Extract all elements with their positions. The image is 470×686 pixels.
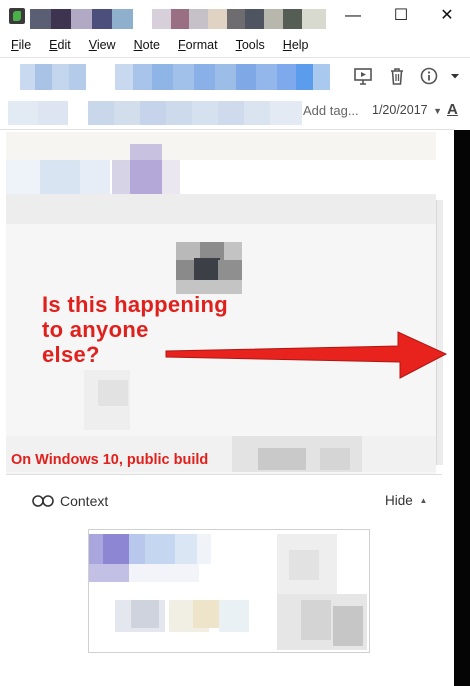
menu-divider [0, 57, 470, 58]
annotation-footnote: On Windows 10, public build [11, 452, 209, 468]
context-infinity-icon [32, 495, 54, 507]
presentation-icon[interactable] [352, 66, 374, 88]
close-button[interactable]: ✕ [424, 2, 470, 30]
note-title-blurred[interactable] [8, 101, 302, 125]
hide-label: Hide [385, 493, 413, 508]
dropdown-icon[interactable] [444, 66, 466, 88]
menu-format[interactable]: Format [167, 38, 225, 52]
menu-view[interactable]: View [78, 38, 123, 52]
chevron-down-icon: ▼ [433, 106, 443, 116]
info-icon[interactable] [418, 66, 440, 88]
trash-icon[interactable] [386, 66, 408, 88]
title-bar: — ☐ ✕ [0, 0, 470, 34]
window-title-blurred [30, 9, 327, 29]
annotation-line-2: to anyone [42, 317, 149, 342]
context-card[interactable] [88, 529, 370, 653]
note-bottom-divider [6, 474, 442, 475]
minimize-button[interactable]: — [330, 2, 376, 30]
evernote-app-icon [9, 8, 25, 24]
add-tag-input[interactable]: Add tag... [303, 103, 359, 118]
maximize-button[interactable]: ☐ [378, 2, 424, 30]
annotation-line-3: else? [42, 342, 100, 367]
menu-tools[interactable]: Tools [225, 38, 272, 52]
menu-help[interactable]: Help [272, 38, 316, 52]
context-label: Context [60, 493, 109, 509]
menu-file[interactable]: File [0, 38, 38, 52]
annotation-text: Is this happening to anyone else? [42, 292, 228, 367]
menu-edit[interactable]: Edit [38, 38, 78, 52]
chevron-up-icon: ▲ [419, 496, 428, 505]
note-date: 1/20/2017 [372, 103, 428, 117]
menu-bar: File Edit View Note Format Tools Help [0, 34, 470, 56]
window-right-edge [454, 130, 470, 686]
notebook-selector-blurred[interactable] [20, 64, 331, 90]
menu-note[interactable]: Note [123, 38, 167, 52]
font-format-button[interactable]: A [447, 101, 458, 118]
hide-context-button[interactable]: Hide ▲ [385, 493, 427, 508]
annotation-line-1: Is this happening [42, 292, 228, 317]
note-date-dropdown[interactable]: 1/20/2017 ▼ [372, 103, 442, 117]
